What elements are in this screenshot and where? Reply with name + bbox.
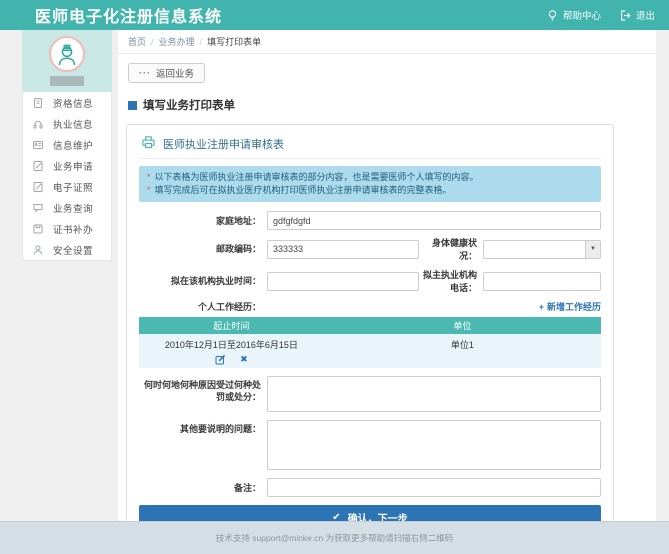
- info-line: *以下表格为医师执业注册申请审核表的部分内容，也是需要医师个人填写的内容。: [147, 171, 593, 184]
- breadcrumb-current: 填写打印表单: [207, 35, 261, 48]
- logout-link[interactable]: 退出: [619, 8, 655, 22]
- sidebar-menu: 资格信息 执业信息 信息维护: [22, 92, 112, 261]
- page-body: 资格信息 执业信息 信息维护: [22, 30, 656, 546]
- back-button-label: 返回业务: [156, 66, 194, 80]
- info-box: *以下表格为医师执业注册申请审核表的部分内容，也是需要医师个人填写的内容。 *填…: [139, 166, 601, 202]
- sidebar-item-qualification-info[interactable]: 资格信息: [23, 92, 111, 113]
- form-title-text: 医师执业注册申请审核表: [163, 136, 284, 152]
- breadcrumb-home[interactable]: 首页: [128, 35, 146, 48]
- sidebar-item-certificate-reissue[interactable]: 证书补办: [23, 218, 111, 239]
- breadcrumb-business[interactable]: 业务办理: [159, 35, 195, 48]
- form-panel: 医师执业注册申请审核表 *以下表格为医师执业注册申请审核表的部分内容，也是需要医…: [126, 124, 614, 540]
- work-history-label: 个人工作经历：: [139, 301, 267, 313]
- app-title: 医师电子化注册信息系统: [35, 3, 222, 27]
- postal-code-label: 邮政编码：: [139, 243, 267, 255]
- row-actions: ✖: [139, 354, 324, 365]
- document-icon: [23, 97, 53, 109]
- health-status-select[interactable]: ▼: [483, 240, 601, 259]
- org-phone-label: 拟主执业机构电话：: [419, 268, 483, 294]
- id-card-icon: [23, 139, 53, 151]
- practice-time-label: 拟在该机构执业时间：: [139, 275, 267, 287]
- back-ellipsis-icon: ···: [139, 69, 151, 78]
- punishment-label: 何时何地何种原因受过何种处罚或处分：: [139, 376, 267, 403]
- work-table-header: 起止时间 单位: [139, 317, 601, 334]
- remark-label: 备注：: [139, 482, 267, 494]
- avatar: [49, 36, 85, 72]
- remark-input[interactable]: [267, 478, 601, 497]
- query-bubble-icon: [23, 202, 53, 214]
- sidebar-item-label: 证书补办: [53, 222, 93, 236]
- punishment-textarea[interactable]: [267, 376, 601, 412]
- breadcrumb-separator: /: [200, 37, 203, 47]
- edit-icon[interactable]: [215, 354, 226, 365]
- work-history-table: 起止时间 单位 2010年12月1日至2016年6月15日: [139, 317, 601, 368]
- work-unit-cell: 单位1: [324, 338, 601, 365]
- table-row: 2010年12月1日至2016年6月15日 ✖: [139, 334, 601, 368]
- health-status-label: 身体健康状况：: [419, 236, 483, 262]
- chevron-down-icon: ▼: [585, 241, 600, 258]
- top-header: 医师电子化注册信息系统 帮助中心 退出: [0, 0, 669, 30]
- other-issues-label: 其他要说明的问题：: [139, 420, 267, 435]
- plus-icon: +: [539, 302, 544, 312]
- sidebar-item-label: 资格信息: [53, 96, 93, 110]
- sidebar-item-electronic-license[interactable]: 电子证照: [23, 176, 111, 197]
- logout-label: 退出: [636, 8, 655, 22]
- postal-code-input[interactable]: [267, 240, 419, 259]
- col-header-unit: 单位: [324, 319, 601, 332]
- col-header-time: 起止时间: [139, 319, 324, 332]
- logout-icon: [619, 9, 632, 22]
- help-center-link[interactable]: 帮助中心: [546, 8, 601, 22]
- sidebar-item-label: 业务申请: [53, 159, 93, 173]
- sidebar-item-label: 电子证照: [53, 180, 93, 194]
- other-issues-textarea[interactable]: [267, 420, 601, 470]
- sidebar-item-practice-info[interactable]: 执业信息: [23, 113, 111, 134]
- form-title-bar: 医师执业注册申请审核表: [139, 133, 601, 159]
- page-footer: 技术支持 support@minke.cn 为获取更多帮助请扫描右侧二维码: [0, 521, 669, 554]
- footer-support-text: 技术支持 support@minke.cn 为获取更多帮助请扫描右侧二维码: [216, 532, 453, 544]
- add-work-history-link[interactable]: +新增工作经历: [267, 300, 601, 313]
- sidebar-item-label: 业务查询: [53, 201, 93, 215]
- page-title-text: 填写业务打印表单: [143, 97, 235, 113]
- work-period-cell: 2010年12月1日至2016年6月15日 ✖: [139, 338, 324, 365]
- home-address-label: 家庭地址：: [139, 215, 267, 227]
- user-profile-box: [22, 30, 112, 92]
- org-phone-input[interactable]: [483, 272, 601, 291]
- floppy-icon: [23, 223, 53, 235]
- page-title: 填写业务打印表单: [128, 97, 656, 113]
- delete-icon[interactable]: ✖: [240, 354, 248, 365]
- license-icon: [23, 181, 53, 193]
- asterisk-icon: *: [147, 185, 151, 195]
- headset-icon: [23, 118, 53, 130]
- sidebar-item-label: 安全设置: [53, 243, 93, 257]
- printer-icon: [141, 135, 156, 152]
- home-address-input[interactable]: [267, 211, 601, 230]
- user-icon: [23, 244, 53, 256]
- user-name-redacted: [50, 76, 84, 86]
- help-center-label: 帮助中心: [563, 8, 601, 22]
- registration-form: 家庭地址： 邮政编码： 身体健康状况： ▼ 拟在该机构执业时间： 拟主执业机构电…: [139, 211, 601, 529]
- sidebar-item-business-application[interactable]: 业务申请: [23, 155, 111, 176]
- sidebar-item-security-settings[interactable]: 安全设置: [23, 239, 111, 260]
- sidebar-item-label: 信息维护: [53, 138, 93, 152]
- breadcrumb-separator: /: [151, 37, 154, 47]
- breadcrumb: 首页 / 业务办理 / 填写打印表单: [118, 30, 656, 54]
- sidebar-item-business-query[interactable]: 业务查询: [23, 197, 111, 218]
- asterisk-icon: *: [147, 172, 151, 182]
- help-bulb-icon: [546, 9, 559, 22]
- sidebar-item-info-maintenance[interactable]: 信息维护: [23, 134, 111, 155]
- practice-time-input[interactable]: [267, 272, 419, 291]
- title-square-icon: [128, 101, 137, 110]
- info-line: *填写完成后可在拟执业医疗机构打印医师执业注册申请审核表的完整表格。: [147, 184, 593, 197]
- main-content: 首页 / 业务办理 / 填写打印表单 ··· 返回业务 填写业务打印表单: [118, 30, 656, 546]
- sidebar-item-label: 执业信息: [53, 117, 93, 131]
- back-to-business-button[interactable]: ··· 返回业务: [128, 63, 205, 83]
- form-edit-icon: [23, 160, 53, 172]
- sidebar: 资格信息 执业信息 信息维护: [22, 30, 112, 546]
